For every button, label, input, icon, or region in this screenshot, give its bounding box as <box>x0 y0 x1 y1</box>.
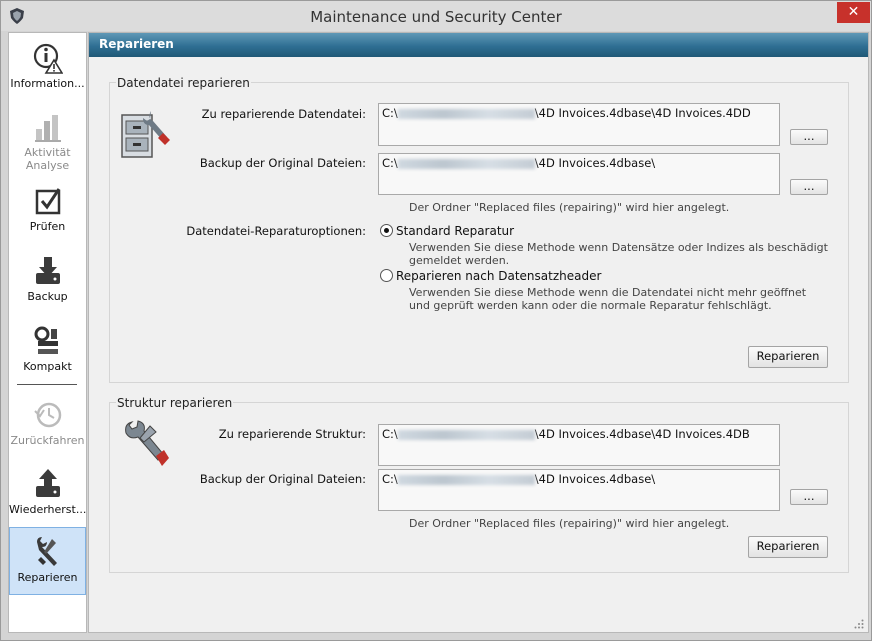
sidebar-item-label: Information... <box>10 77 85 90</box>
structure-backup-path-field[interactable]: C:\ \4D Invoices.4dbase\ <box>378 469 780 511</box>
compact-icon <box>34 326 58 354</box>
title-bar[interactable]: Maintenance und Security Center ✕ <box>1 1 871 31</box>
data-backup-label: Backup der Original Dateien: <box>199 156 366 170</box>
sidebar-item-label: Reparieren <box>17 571 78 584</box>
redacted-path <box>397 108 535 119</box>
sidebar-item-activity-analysis[interactable]: Aktivität Analyse <box>9 111 86 172</box>
sidebar: Information... Aktivität Analyse Prüfen <box>8 32 87 633</box>
resize-grip-icon[interactable] <box>854 619 864 629</box>
close-icon: ✕ <box>847 4 860 20</box>
close-button[interactable]: ✕ <box>837 2 870 23</box>
sidebar-item-check[interactable]: Prüfen <box>9 185 86 235</box>
backup-icon <box>35 257 60 284</box>
path-prefix: C:\ <box>382 156 398 170</box>
radio-label: Reparieren nach Datensatzheader <box>396 269 602 283</box>
data-file-repair-group: Datendatei reparieren Zu reparierende Da… <box>109 76 849 383</box>
path-prefix: C:\ <box>382 472 398 486</box>
structure-repair-group: Struktur reparieren Zu reparierende Stru… <box>109 396 849 573</box>
data-backup-path-field[interactable]: C:\ \4D Invoices.4dbase\ <box>378 153 780 195</box>
redacted-path <box>397 474 535 485</box>
sidebar-item-label: Kompakt <box>23 360 72 373</box>
sidebar-item-repair[interactable]: Reparieren <box>9 527 86 595</box>
path-prefix: C:\ <box>382 427 398 441</box>
standard-repair-description: Verwenden Sie diese Methode wenn Datensä… <box>409 241 828 267</box>
information-warning-icon <box>33 43 63 74</box>
repair-tools-icon <box>36 537 57 566</box>
path-suffix: \4D Invoices.4dbase\4D Invoices.4DD <box>534 106 751 120</box>
wrench-repair-icon <box>125 420 169 466</box>
redacted-path <box>397 158 535 169</box>
browse-data-backup-button[interactable]: ... <box>790 179 828 195</box>
path-suffix: \4D Invoices.4dbase\ <box>534 156 656 170</box>
sidebar-item-label: Prüfen <box>29 220 66 233</box>
sidebar-item-backup[interactable]: Backup <box>9 255 86 305</box>
radio-unchecked-icon[interactable] <box>380 269 393 282</box>
path-prefix: C:\ <box>382 106 398 120</box>
group-title: Datendatei reparieren <box>116 76 251 90</box>
restore-icon <box>35 469 60 497</box>
sidebar-item-label: Zurückfahren <box>10 434 85 447</box>
checkbox-icon <box>35 188 60 215</box>
repair-options-label: Datendatei-Reparaturoptionen: <box>186 224 366 238</box>
sidebar-item-compact[interactable]: Kompakt <box>9 325 86 375</box>
structure-backup-label: Backup der Original Dateien: <box>199 472 366 486</box>
repair-data-file-button[interactable]: Reparieren <box>748 346 828 368</box>
structure-backup-hint: Der Ordner "Replaced files (repairing)" … <box>409 517 730 530</box>
sidebar-item-label: Wiederherst... <box>9 503 87 516</box>
header-repair-description: Verwenden Sie diese Methode wenn die Dat… <box>409 286 807 312</box>
browse-structure-backup-button[interactable]: ... <box>790 489 828 505</box>
sidebar-item-label: Aktivität Analyse <box>24 146 71 172</box>
group-title: Struktur reparieren <box>116 396 234 410</box>
structure-file-path-field[interactable]: C:\ \4D Invoices.4dbase\4D Invoices.4DB <box>378 424 780 466</box>
data-file-label: Zu reparierende Datendatei: <box>201 107 366 121</box>
radio-checked-icon[interactable] <box>380 224 393 237</box>
file-cabinet-repair-icon <box>121 111 170 158</box>
sidebar-separator <box>17 384 77 385</box>
section-header: Reparieren <box>89 33 868 57</box>
path-suffix: \4D Invoices.4dbase\ <box>534 472 656 486</box>
app-window: Maintenance und Security Center ✕ Inform… <box>0 0 872 641</box>
structure-file-label: Zu reparierende Struktur: <box>218 427 366 441</box>
sidebar-item-label: Backup <box>27 290 68 303</box>
data-file-path-field[interactable]: C:\ \4D Invoices.4dbase\4D Invoices.4DD <box>378 103 780 146</box>
sidebar-item-rollback[interactable]: Zurückfahren <box>9 399 86 451</box>
repair-structure-button[interactable]: Reparieren <box>748 536 828 558</box>
window-title: Maintenance und Security Center <box>310 8 562 26</box>
radio-header-repair[interactable]: Reparieren nach Datensatzheader <box>380 269 601 283</box>
radio-label: Standard Reparatur <box>396 224 515 238</box>
data-backup-hint: Der Ordner "Replaced files (repairing)" … <box>409 201 730 214</box>
rollback-clock-icon <box>33 402 61 428</box>
browse-data-file-button[interactable]: ... <box>790 129 828 145</box>
redacted-path <box>397 429 535 440</box>
radio-standard-repair[interactable]: Standard Reparatur <box>380 224 514 238</box>
main-panel: Reparieren Datendatei reparieren Zu repa… <box>88 32 869 633</box>
bar-chart-icon <box>34 115 61 142</box>
sidebar-item-restore[interactable]: Wiederherst... <box>9 468 86 520</box>
path-suffix: \4D Invoices.4dbase\4D Invoices.4DB <box>534 427 750 441</box>
sidebar-item-information[interactable]: Information... <box>9 42 86 97</box>
